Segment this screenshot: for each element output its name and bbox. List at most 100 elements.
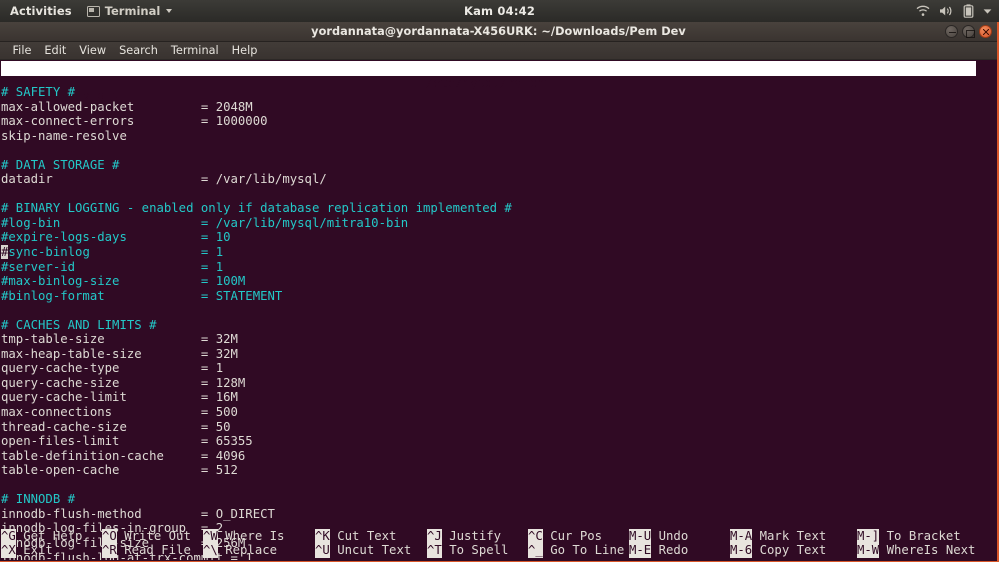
nano-shortcut[interactable]: M-W WhereIs Next (857, 543, 975, 558)
menu-file[interactable]: File (6, 42, 38, 59)
nano-shortcut-key: ^O (102, 529, 117, 544)
nano-shortcut-label: To Spell (442, 543, 509, 558)
nano-shortcut[interactable]: ^W Where Is (203, 529, 284, 544)
nano-shortcut[interactable]: ^_ Go To Line (528, 543, 624, 558)
nano-setting-line: max-allowed-packet = 2048M (1, 100, 976, 115)
nano-shortcut[interactable]: ^C Cur Pos (528, 529, 602, 544)
nano-line (1, 187, 976, 202)
nano-shortcut-key: M-6 (730, 543, 752, 558)
nano-setting-line: query-cache-type = 1 (1, 361, 976, 376)
nano-line (1, 303, 976, 318)
nano-shortcut[interactable]: ^O Write Out (102, 529, 191, 544)
nano-setting-line: thread-cache-size = 50 (1, 420, 976, 435)
nano-setting-line: query-cache-limit = 16M (1, 390, 976, 405)
nano-setting-line: max-connections = 500 (1, 405, 976, 420)
nano-setting-line: tmp-table-size = 32M (1, 332, 976, 347)
nano-commented-setting-line: #binlog-format = STATEMENT (1, 289, 976, 304)
close-button[interactable] (979, 25, 992, 38)
nano-shortcut-label: Exit (16, 543, 53, 558)
nano-shortcut-key: M-W (857, 543, 879, 558)
nano-shortcut-label: WhereIs Next (879, 543, 975, 558)
nano-shortcut-label: Uncut Text (330, 543, 411, 558)
nano-shortcut-label: Redo (651, 543, 688, 558)
menu-edit[interactable]: Edit (38, 42, 73, 59)
nano-shortcut-key: ^G (1, 529, 16, 544)
nano-shortcut-key: ^C (528, 529, 543, 544)
chevron-down-icon (983, 8, 992, 15)
nano-shortcut-bar: ^G Get Help ^O Write Out ^W Where Is ^K Cut… (1, 529, 976, 558)
nano-commented-setting-line: #max-binlog-size = 100M (1, 274, 976, 289)
window-titlebar[interactable]: yordannata@yordannata-X456URK: ~/Downloa… (0, 22, 997, 42)
nano-setting-line: max-connect-errors = 1000000 (1, 114, 976, 129)
menu-view[interactable]: View (73, 42, 113, 59)
nano-comment-line: # BINARY LOGGING - enabled only if datab… (1, 201, 976, 216)
nano-shortcut-label: Mark Text (752, 529, 826, 544)
window-title: yordannata@yordannata-X456URK: ~/Downloa… (311, 25, 686, 38)
nano-shortcut-label: Copy Text (752, 543, 826, 558)
nano-text-buffer[interactable]: # SAFETY #max-allowed-packet = 2048Mmax-… (1, 85, 976, 560)
menu-search[interactable]: Search (113, 42, 165, 59)
nano-shortcut-label: Cut Text (330, 529, 397, 544)
nano-shortcut[interactable]: M-A Mark Text (730, 529, 826, 544)
nano-shortcut-key: M-] (857, 529, 879, 544)
nano-comment-line: # SAFETY # (1, 85, 976, 100)
nano-shortcut[interactable]: ^U Uncut Text (315, 543, 411, 558)
nano-shortcut-row: ^X Exit ^R Read File ^\ Replace ^U Uncut Te… (1, 543, 976, 558)
nano-shortcut-label: Go To Line (543, 543, 624, 558)
nano-setting-line: table-open-cache = 512 (1, 463, 976, 478)
nano-title-bar: /etc/mysql/my.cnf GNU nano 2.9.3 (1, 61, 976, 76)
nano-shortcut[interactable]: ^R Read File (102, 543, 191, 558)
nano-line (1, 478, 976, 493)
nano-line (1, 143, 976, 158)
nano-shortcut-label: Read File (117, 543, 191, 558)
volume-icon (939, 5, 954, 17)
battery-icon (963, 4, 974, 18)
terminal-menubar: File Edit View Search Terminal Help (0, 42, 997, 60)
nano-shortcut-label: Replace (218, 543, 277, 558)
nano-shortcut[interactable]: ^\ Replace (203, 543, 277, 558)
nano-editor[interactable]: /etc/mysql/my.cnf GNU nano 2.9.3 # SAFET… (0, 60, 997, 560)
nano-setting-line: open-files-limit = 65355 (1, 434, 976, 449)
nano-shortcut-label: Justify (442, 529, 501, 544)
nano-shortcut[interactable]: ^G Get Help (1, 529, 82, 544)
nano-commented-setting-line: #log-bin = /var/lib/mysql/mitra10-bin (1, 216, 976, 231)
clock[interactable]: Kam 04:42 (0, 4, 999, 18)
nano-commented-setting-line: #sync-binlog = 1 (1, 245, 976, 260)
nano-shortcut-key: ^U (315, 543, 330, 558)
system-tray[interactable] (916, 4, 992, 18)
nano-shortcut[interactable]: ^T To Spell (427, 543, 508, 558)
nano-shortcut-key: M-E (629, 543, 651, 558)
nano-shortcut-label: Undo (651, 529, 688, 544)
nano-shortcut[interactable]: M-E Redo (629, 543, 688, 558)
wifi-icon (916, 5, 930, 17)
nano-commented-setting-line: #expire-logs-days = 10 (1, 230, 976, 245)
nano-setting-line: query-cache-size = 128M (1, 376, 976, 391)
nano-setting-line: innodb-flush-method = O_DIRECT (1, 507, 976, 522)
nano-shortcut[interactable]: ^X Exit (1, 543, 53, 558)
nano-shortcut-key: ^\ (203, 543, 218, 558)
nano-shortcut-key: ^K (315, 529, 330, 544)
nano-shortcut[interactable]: ^J Justify (427, 529, 501, 544)
menu-terminal[interactable]: Terminal (164, 42, 225, 59)
nano-shortcut-label: Cur Pos (543, 529, 602, 544)
nano-comment-line: # DATA STORAGE # (1, 158, 976, 173)
menu-help[interactable]: Help (225, 42, 264, 59)
nano-setting-line: max-heap-table-size = 32M (1, 347, 976, 362)
nano-directive-line: skip-name-resolve (1, 129, 976, 144)
nano-shortcut[interactable]: ^K Cut Text (315, 529, 396, 544)
nano-shortcut[interactable]: M-U Undo (629, 529, 688, 544)
nano-comment-line: # INNODB # (1, 492, 976, 507)
terminal-window: yordannata@yordannata-X456URK: ~/Downloa… (0, 22, 999, 562)
nano-shortcut-key: ^R (102, 543, 117, 558)
maximize-button[interactable] (962, 25, 975, 38)
nano-shortcut[interactable]: M-] To Bracket (857, 529, 961, 544)
nano-shortcut-key: M-U (629, 529, 651, 544)
nano-shortcut-key: ^J (427, 529, 442, 544)
minimize-button[interactable] (945, 25, 958, 38)
nano-shortcut-label: Get Help (16, 529, 83, 544)
nano-shortcut-key: ^X (1, 543, 16, 558)
nano-shortcut-key: ^T (427, 543, 442, 558)
nano-shortcut[interactable]: M-6 Copy Text (730, 543, 826, 558)
nano-shortcut-key: ^_ (528, 543, 543, 558)
nano-shortcut-key: ^W (203, 529, 218, 544)
